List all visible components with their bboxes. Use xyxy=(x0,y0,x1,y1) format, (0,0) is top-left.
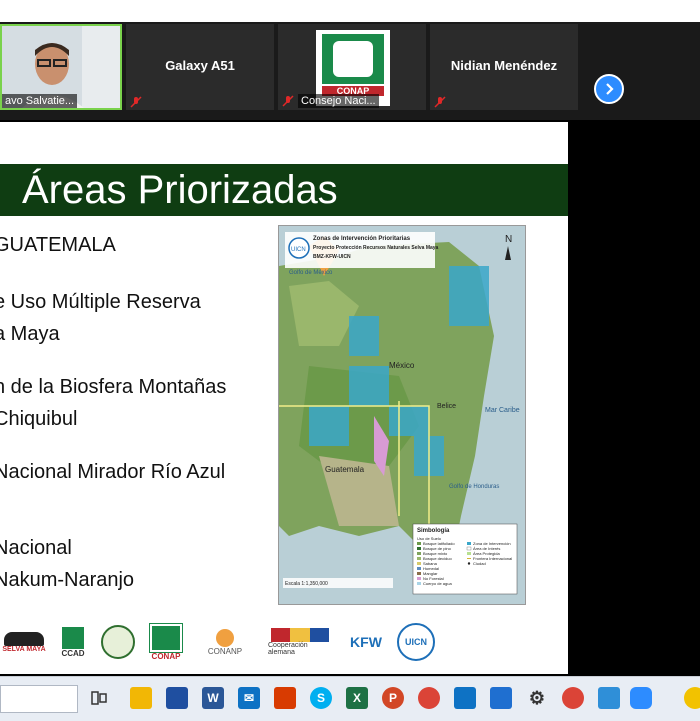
svg-text:Mar Caribe: Mar Caribe xyxy=(485,407,520,414)
word-icon[interactable]: W xyxy=(202,687,224,709)
participant-tile-speaker[interactable]: avo Salvatie... xyxy=(0,24,122,110)
map-graphic: UICN Zonas de Intervención Prioritarias … xyxy=(279,226,525,604)
onedrive-icon[interactable] xyxy=(454,687,476,709)
calendar-icon[interactable] xyxy=(490,687,512,709)
bullet-text: Nacional Mirador Río Azul xyxy=(0,461,226,483)
shared-slide: Áreas Priorizadas GUATEMALA e Uso Múltip… xyxy=(0,122,568,674)
powerpoint-icon[interactable]: P xyxy=(382,687,404,709)
office-icon[interactable] xyxy=(274,687,296,709)
settings-icon[interactable]: ⚙ xyxy=(526,687,548,709)
bullet-text: GUATEMALA xyxy=(0,234,116,256)
svg-text:México: México xyxy=(389,361,415,370)
window-top-bar xyxy=(0,0,700,22)
svg-text:N: N xyxy=(505,234,512,245)
svg-text:BMZ-KFW-UICN: BMZ-KFW-UICN xyxy=(313,254,351,260)
svg-text:UICN: UICN xyxy=(291,247,306,253)
next-page-button[interactable] xyxy=(594,74,624,104)
participant-name: Galaxy A51 xyxy=(165,58,235,73)
participant-name: Nidian Menéndez xyxy=(450,58,558,73)
slide-title: Áreas Priorizadas xyxy=(22,168,338,212)
bullet-text: e Uso Múltiple Reserva xyxy=(0,291,201,313)
taskbar-search-input[interactable] xyxy=(0,685,78,713)
svg-text:Cuerpo de agua: Cuerpo de agua xyxy=(423,581,452,586)
photos-icon[interactable] xyxy=(598,687,620,709)
ccad-logo: CCAD xyxy=(58,620,88,664)
participant-tile[interactable]: CONAP Consejo Naci... xyxy=(278,24,426,110)
mic-muted-icon xyxy=(282,95,294,107)
excel-icon[interactable]: X xyxy=(346,687,368,709)
black-margin xyxy=(568,122,700,674)
mic-muted-icon xyxy=(130,96,142,108)
chevron-right-icon xyxy=(606,83,614,95)
svg-text:Golfo de Honduras: Golfo de Honduras xyxy=(449,484,499,490)
svg-text:Zonas de Intervención Priorita: Zonas de Intervención Prioritarias xyxy=(313,236,411,242)
store-icon[interactable] xyxy=(166,687,188,709)
seal-logo xyxy=(98,620,138,664)
selva-maya-logo: SELVA MAYA xyxy=(0,620,48,664)
bullet-text: Nakum-Naranjo xyxy=(0,569,135,591)
participant-name: avo Salvatie... xyxy=(2,94,78,108)
zoom-icon[interactable] xyxy=(630,687,652,709)
mic-muted-icon xyxy=(434,96,446,108)
chrome-icon[interactable] xyxy=(562,687,584,709)
skype-icon[interactable]: S xyxy=(310,687,332,709)
participant-tile[interactable]: Nidian Menéndez xyxy=(430,24,578,110)
svg-text:Golfo de México: Golfo de México xyxy=(289,270,333,276)
svg-text:Proyecto Protección Recursos N: Proyecto Protección Recursos Naturales S… xyxy=(313,245,439,251)
priority-areas-map: UICN Zonas de Intervención Prioritarias … xyxy=(278,225,526,605)
file-explorer-icon[interactable] xyxy=(130,687,152,709)
bullet-text: a Maya xyxy=(0,323,60,345)
bullet-text: Chiquibul xyxy=(0,408,78,430)
svg-text:Ciudad: Ciudad xyxy=(473,561,486,566)
mail-icon[interactable]: ✉ xyxy=(238,687,260,709)
participant-name: Consejo Naci... xyxy=(298,94,379,108)
windows-taskbar: W ✉ S X P ⚙ xyxy=(0,676,700,721)
sponsor-logos: SELVA MAYA CCAD CONAP CONANP Cooperación… xyxy=(0,616,568,672)
uicn-logo: UICN xyxy=(396,620,436,664)
conap-logo: CONAP xyxy=(148,620,184,664)
participants-strip: avo Salvatie... Galaxy A51 CONAP Consejo… xyxy=(0,22,700,120)
participant-tile[interactable]: Galaxy A51 xyxy=(126,24,274,110)
svg-text:Simbología: Simbología xyxy=(417,528,450,534)
task-view-icon[interactable] xyxy=(88,687,110,709)
bullet-text: Nacional xyxy=(0,537,72,559)
kfw-logo: KFW xyxy=(350,634,382,650)
cooperacion-alemana-logo: Cooperación alemana xyxy=(268,620,332,664)
svg-text:Escala 1:1,350,000: Escala 1:1,350,000 xyxy=(285,581,328,587)
bullet-text: n de la Biosfera Montañas xyxy=(0,376,227,398)
conanp-logo: CONANP xyxy=(200,620,250,664)
svg-text:Belice: Belice xyxy=(437,403,456,410)
slide-title-bar: Áreas Priorizadas xyxy=(0,164,568,216)
tray-icon[interactable] xyxy=(684,687,700,709)
svg-text:Guatemala: Guatemala xyxy=(325,465,365,474)
chrome-icon[interactable] xyxy=(418,687,440,709)
